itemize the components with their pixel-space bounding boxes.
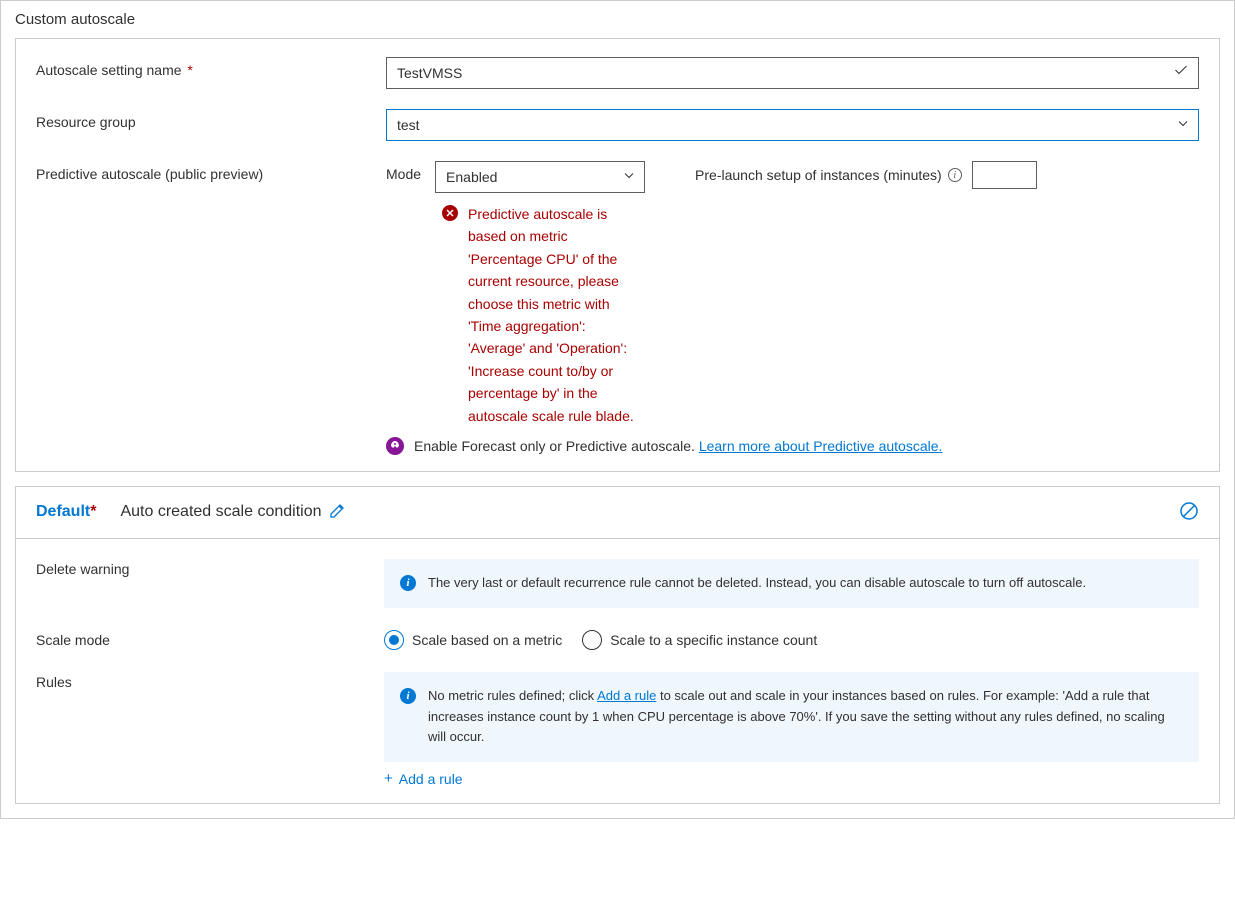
add-rule-button[interactable]: + Add a rule	[384, 770, 463, 787]
predictive-label: Predictive autoscale (public preview)	[36, 161, 386, 182]
edit-icon[interactable]	[329, 503, 345, 522]
setting-name-row: Autoscale setting name *	[36, 57, 1199, 89]
scale-metric-radio[interactable]: Scale based on a metric	[384, 630, 562, 650]
condition-title-text: Default	[36, 503, 90, 520]
condition-header: Default* Auto created scale condition	[16, 487, 1219, 539]
radio-icon	[384, 630, 404, 650]
mode-group: Mode Enabled	[386, 161, 645, 193]
error-text: Predictive autoscale is based on metric …	[468, 203, 642, 427]
plus-icon: +	[384, 770, 393, 787]
settings-box: Autoscale setting name * Resource group …	[15, 38, 1220, 472]
radio-icon	[582, 630, 602, 650]
condition-panel: Default* Auto created scale condition De…	[15, 486, 1220, 804]
setting-name-input[interactable]	[386, 57, 1199, 89]
info-icon[interactable]: i	[948, 168, 962, 182]
rules-label: Rules	[36, 672, 384, 690]
rules-info-prefix: No metric rules defined; click	[428, 688, 597, 703]
prelaunch-input[interactable]	[972, 161, 1037, 189]
rules-content: i No metric rules defined; click Add a r…	[384, 672, 1199, 787]
resource-group-value: test	[397, 117, 420, 133]
info-icon: i	[400, 688, 416, 704]
add-rule-inline-link[interactable]: Add a rule	[597, 688, 656, 703]
condition-title: Default*	[36, 503, 96, 521]
add-rule-label: Add a rule	[399, 771, 463, 787]
scale-metric-label: Scale based on a metric	[412, 632, 562, 648]
required-star: *	[90, 503, 96, 520]
error-block: Predictive autoscale is based on metric …	[442, 203, 642, 427]
resource-group-select[interactable]: test	[386, 109, 1199, 141]
learn-more-link[interactable]: Learn more about Predictive autoscale.	[699, 438, 943, 454]
forecast-row: Enable Forecast only or Predictive autos…	[386, 437, 1199, 455]
resource-group-label: Resource group	[36, 109, 386, 130]
setting-name-label: Autoscale setting name *	[36, 57, 386, 78]
forecast-text: Enable Forecast only or Predictive autos…	[414, 438, 942, 454]
prelaunch-label: Pre-launch setup of instances (minutes)	[695, 167, 942, 183]
scale-count-label: Scale to a specific instance count	[610, 632, 817, 648]
rocket-icon	[386, 437, 404, 455]
rules-row: Rules i No metric rules defined; click A…	[36, 672, 1199, 787]
error-icon	[442, 205, 458, 221]
predictive-row: Predictive autoscale (public preview) Mo…	[36, 161, 1199, 427]
scale-mode-radio-group: Scale based on a metric Scale to a speci…	[384, 630, 817, 650]
panel-title: Custom autoscale	[1, 1, 1234, 38]
setting-name-label-text: Autoscale setting name	[36, 62, 182, 78]
mode-select[interactable]: Enabled	[435, 161, 645, 193]
resource-group-control: test	[386, 109, 1199, 141]
delete-warning-text: The very last or default recurrence rule…	[428, 573, 1086, 594]
required-star: *	[184, 62, 193, 78]
condition-subtitle: Auto created scale condition	[120, 503, 321, 521]
check-icon	[1173, 63, 1189, 84]
rules-info-text: No metric rules defined; click Add a rul…	[428, 686, 1183, 748]
scale-count-radio[interactable]: Scale to a specific instance count	[582, 630, 817, 650]
rules-info-box: i No metric rules defined; click Add a r…	[384, 672, 1199, 762]
forecast-text-prefix: Enable Forecast only or Predictive autos…	[414, 438, 699, 454]
prelaunch-group: Pre-launch setup of instances (minutes) …	[695, 161, 1037, 189]
block-icon[interactable]	[1179, 501, 1199, 524]
delete-warning-box: i The very last or default recurrence ru…	[384, 559, 1199, 608]
delete-warning-label: Delete warning	[36, 559, 384, 577]
custom-autoscale-panel: Custom autoscale Autoscale setting name …	[0, 0, 1235, 819]
mode-select-wrapper: Enabled	[435, 161, 645, 193]
scale-mode-label: Scale mode	[36, 630, 384, 648]
resource-group-row: Resource group test	[36, 109, 1199, 141]
mode-value: Enabled	[446, 169, 497, 185]
info-icon: i	[400, 575, 416, 591]
condition-body: Delete warning i The very last or defaul…	[16, 539, 1219, 803]
predictive-controls: Mode Enabled Pre-launch setup of instanc…	[386, 161, 1199, 427]
scale-mode-row: Scale mode Scale based on a metric Scale…	[36, 630, 1199, 650]
setting-name-control	[386, 57, 1199, 89]
mode-label: Mode	[386, 161, 421, 182]
delete-warning-row: Delete warning i The very last or defaul…	[36, 559, 1199, 608]
